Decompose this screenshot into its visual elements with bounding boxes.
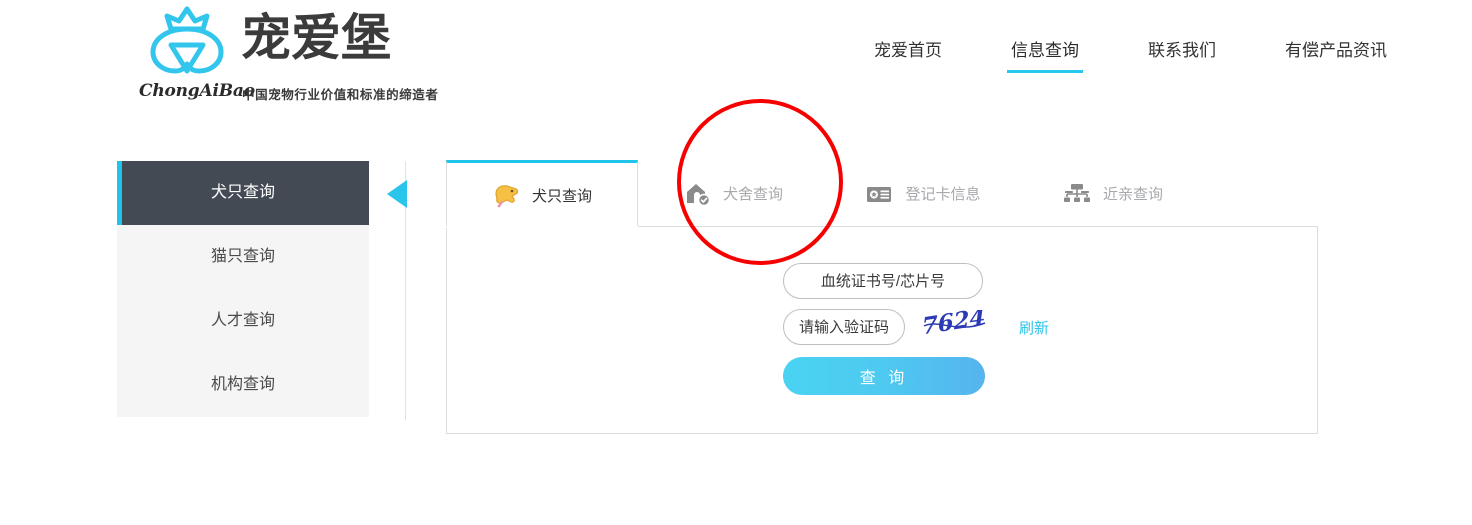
captcha-row: 7624 刷新 xyxy=(783,309,1283,345)
search-button[interactable]: 查 询 xyxy=(783,356,985,395)
nav-item-contact[interactable]: 联系我们 xyxy=(1134,38,1230,64)
tab-dog-query[interactable]: 犬只查询 xyxy=(446,160,638,228)
nav-item-paid-products[interactable]: 有偿产品资讯 xyxy=(1271,38,1401,64)
brand-pinyin: ChongAiBao xyxy=(139,81,255,101)
brand-wordmark: 宠爱堡 xyxy=(241,9,421,69)
tab-pedigree-query[interactable]: 近亲查询 xyxy=(1018,160,1208,227)
tab-kennel-query[interactable]: 犬舍查询 xyxy=(638,160,828,227)
content-tabs: 犬只查询 犬舍查询 登记卡信息 近亲查询 xyxy=(446,160,1318,228)
tab-registration-card[interactable]: 登记卡信息 xyxy=(828,160,1018,227)
main-navigation: 宠爱首页 信息查询 联系我们 有偿产品资讯 xyxy=(860,38,1401,78)
sidebar-item-talent-query[interactable]: 人才查询 xyxy=(117,289,369,353)
site-header: 宠爱堡 ChongAiBao 中国宠物行业价值和标准的缔造者 宠爱首页 信息查询… xyxy=(0,0,1472,108)
sidebar-item-cat-query[interactable]: 猫只查询 xyxy=(117,225,369,289)
query-sidebar: 犬只查询 猫只查询 人才查询 机构查询 xyxy=(117,161,369,417)
dog-head-icon xyxy=(492,182,520,208)
tab-dog-query-label: 犬只查询 xyxy=(531,187,592,205)
nav-item-home[interactable]: 宠爱首页 xyxy=(860,38,956,64)
pedigree-tree-icon xyxy=(1063,181,1091,207)
brand-tagline: 中国宠物行业价值和标准的缔造者 xyxy=(242,88,439,102)
query-panel: 7624 刷新 查 询 xyxy=(446,226,1318,434)
pet-crown-logo-icon xyxy=(137,5,237,83)
brand-logo[interactable]: 宠爱堡 ChongAiBao 中国宠物行业价值和标准的缔造者 xyxy=(137,5,438,105)
brand-wordmark-text: 宠爱堡 xyxy=(241,9,391,67)
tab-registration-card-label: 登记卡信息 xyxy=(905,186,981,203)
cert-row xyxy=(783,263,1283,299)
sidebar-item-org-query[interactable]: 机构查询 xyxy=(117,353,369,417)
refresh-captcha-link[interactable]: 刷新 xyxy=(1019,317,1049,338)
captcha-input[interactable] xyxy=(783,309,905,345)
sidebar-item-dog-query[interactable]: 犬只查询 xyxy=(117,161,369,225)
nav-item-info-query[interactable]: 信息查询 xyxy=(997,38,1093,73)
tab-pedigree-query-label: 近亲查询 xyxy=(1102,186,1163,203)
tab-kennel-query-label: 犬舍查询 xyxy=(722,186,783,203)
kennel-house-icon xyxy=(683,181,711,207)
left-triangle-pointer-icon xyxy=(387,180,407,208)
certificate-number-input[interactable] xyxy=(783,263,983,299)
registration-card-icon xyxy=(865,181,893,207)
submit-row: 查 询 xyxy=(783,355,1283,395)
captcha-image[interactable]: 7624 xyxy=(923,310,987,344)
dog-query-form: 7624 刷新 查 询 xyxy=(783,263,1283,401)
